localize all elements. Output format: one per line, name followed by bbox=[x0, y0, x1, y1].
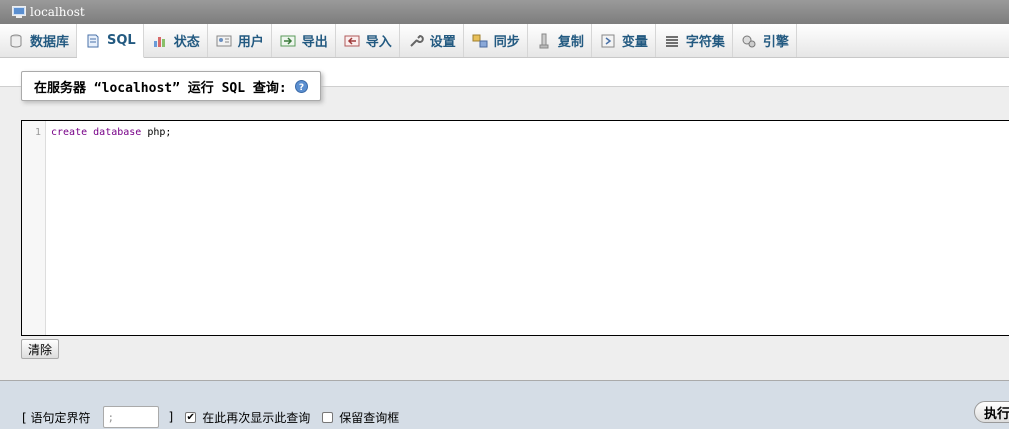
query-legend: 在服务器 “localhost” 运行 SQL 查询: ? bbox=[21, 71, 321, 101]
tab-label: 变量 bbox=[621, 35, 648, 50]
keep-box-checkbox[interactable] bbox=[322, 411, 334, 423]
tab-label: 复制 bbox=[557, 35, 584, 50]
delimiter-label: [ 语句定界符 bbox=[22, 410, 91, 425]
tab-import[interactable]: 导入 bbox=[336, 24, 400, 57]
go-label: 执行 bbox=[984, 406, 1009, 422]
sync-icon bbox=[472, 34, 488, 47]
replication-icon bbox=[539, 33, 549, 48]
tab-engines[interactable]: 引擎 bbox=[733, 24, 797, 57]
sql-icon bbox=[87, 34, 99, 47]
sql-identifier: php; bbox=[147, 127, 172, 138]
tab-databases[interactable]: 数据库 bbox=[0, 24, 78, 57]
window-title: localhost bbox=[30, 5, 85, 19]
tab-label: 用户 bbox=[237, 35, 264, 50]
tab-label: 同步 bbox=[493, 35, 520, 50]
sql-editor[interactable]: 1 create database php; bbox=[21, 120, 1009, 336]
tab-users[interactable]: 用户 bbox=[208, 24, 272, 57]
legend-text: 在服务器 “localhost” 运行 SQL 查询: bbox=[34, 80, 287, 96]
clear-button[interactable]: 清除 bbox=[21, 339, 60, 359]
tab-settings[interactable]: 设置 bbox=[400, 24, 464, 57]
engines-icon bbox=[742, 35, 756, 47]
tab-label: SQL bbox=[107, 33, 136, 48]
tab-variables[interactable]: 变量 bbox=[592, 24, 656, 57]
sql-keyword: create bbox=[51, 127, 88, 138]
tab-status[interactable]: 状态 bbox=[144, 24, 208, 57]
sql-keyword: database bbox=[93, 127, 142, 138]
sql-page: 在服务器 “localhost” 运行 SQL 查询: ? 1 create d… bbox=[0, 58, 1009, 429]
line-number: 1 bbox=[34, 127, 41, 138]
sql-code-line[interactable]: create database php; bbox=[51, 127, 171, 138]
users-icon bbox=[216, 35, 232, 46]
export-icon bbox=[280, 35, 296, 46]
show-again-checkbox[interactable]: ✔ bbox=[185, 411, 197, 423]
tab-label: 引擎 bbox=[762, 35, 789, 50]
tab-label: 状态 bbox=[173, 35, 200, 50]
tab-sync[interactable]: 同步 bbox=[464, 24, 528, 57]
tab-export[interactable]: 导出 bbox=[272, 24, 336, 57]
import-icon bbox=[344, 35, 360, 46]
keep-box-label[interactable]: 保留查询框 bbox=[339, 409, 399, 426]
svg-text:?: ? bbox=[299, 83, 304, 93]
variables-icon bbox=[601, 34, 615, 47]
help-icon[interactable]: ? bbox=[294, 79, 308, 93]
tab-label: 导出 bbox=[301, 35, 328, 50]
database-icon bbox=[10, 34, 22, 47]
tab-label: 设置 bbox=[429, 35, 456, 50]
query-options-bar: [ 语句定界符 ] ✔ 在此再次显示此查询 保留查询框 执行 bbox=[0, 380, 1009, 429]
query-options: [ 语句定界符 ] ✔ 在此再次显示此查询 保留查询框 bbox=[22, 405, 399, 429]
charset-icon bbox=[665, 35, 678, 47]
settings-wrench-icon bbox=[410, 34, 424, 47]
delimiter-input[interactable] bbox=[102, 406, 159, 428]
delimiter-close-bracket: ] bbox=[168, 410, 174, 424]
tab-label: 数据库 bbox=[30, 35, 70, 50]
main-tabs: 数据库 SQL 状态 用户 导出 导入 设置 同步 复制 变量 字符集 引擎 bbox=[0, 24, 1009, 58]
status-icon bbox=[153, 36, 165, 47]
tab-label: 导入 bbox=[365, 35, 392, 50]
line-number-gutter: 1 bbox=[22, 121, 46, 335]
tab-charsets[interactable]: 字符集 bbox=[656, 24, 733, 57]
show-again-label[interactable]: 在此再次显示此查询 bbox=[202, 409, 310, 426]
tab-replication[interactable]: 复制 bbox=[528, 24, 592, 57]
tab-sql[interactable]: SQL bbox=[77, 24, 144, 58]
tab-label: 字符集 bbox=[685, 35, 725, 50]
window-titlebar: localhost bbox=[0, 0, 1009, 24]
server-icon bbox=[12, 6, 26, 18]
go-button[interactable]: 执行 bbox=[974, 401, 1009, 423]
